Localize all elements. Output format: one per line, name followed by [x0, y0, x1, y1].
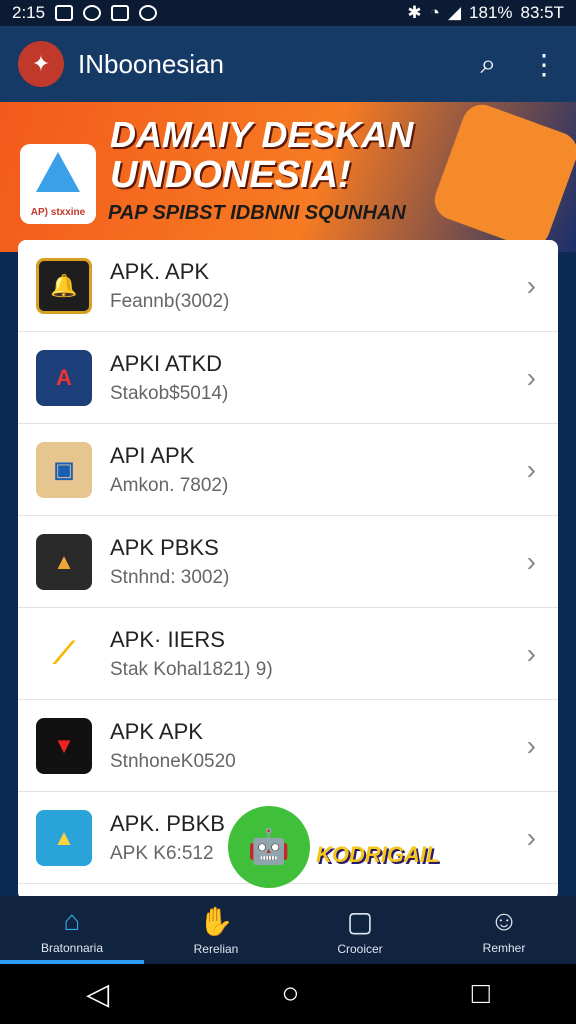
bottom-nav: ⌂ Bratonnaria ✋ Rerelian ▢ Crooicer ☺ Re…: [0, 896, 576, 964]
home-circle-icon[interactable]: ○: [281, 977, 299, 1011]
item-subtitle: StnhoneK0520: [110, 750, 236, 772]
status-clock-right: 83:5T: [520, 3, 564, 22]
list-item[interactable]: 🔔 APK. APK Feannb(3002) ›: [18, 240, 558, 332]
more-vert-icon[interactable]: ⋮: [530, 48, 558, 81]
chevron-right-icon: ›: [526, 822, 536, 853]
back-icon[interactable]: ◁: [86, 977, 109, 1012]
wifi-icon: ◔: [429, 3, 440, 22]
image-icon: [111, 5, 130, 21]
chevron-right-icon: ›: [526, 362, 536, 393]
promo-sticker[interactable]: 🤖 KODRIGAIL: [228, 806, 478, 896]
notification-icon: [55, 5, 74, 21]
banner-subtitle: PAP SPIBST IDBNNI SQUNHAN: [108, 202, 406, 224]
chevron-right-icon: ›: [526, 454, 536, 485]
banner-title-2: UNDONESIA!: [110, 154, 351, 196]
hand-icon: ✋: [198, 905, 234, 937]
search-icon[interactable]: ⌕: [480, 48, 496, 81]
screen-icon: ▢: [346, 905, 374, 937]
list-item[interactable]: A APKI ATKD Stakob$5014) ›: [18, 332, 558, 424]
item-title: APK· IIERS: [110, 626, 225, 652]
app-title: INboonesian: [78, 48, 224, 79]
chevron-right-icon: ›: [526, 546, 536, 577]
recents-icon[interactable]: □: [472, 977, 490, 1011]
item-title: APK. APK: [110, 258, 210, 284]
item-subtitle: APK K6:512: [110, 842, 214, 864]
nav-label: Bratonnaria: [40, 941, 104, 955]
nav-item-remher[interactable]: ☺ Remher: [432, 896, 576, 964]
promo-label: KODRIGAIL: [316, 842, 440, 867]
list-item[interactable]: ▣ API APK Amkon. 7802) ›: [18, 424, 558, 516]
nav-item-rerelian[interactable]: ✋ Rerelian: [144, 896, 288, 964]
item-subtitle: Feannb(3002): [110, 290, 230, 312]
item-subtitle: Stnhnd: 3002): [110, 566, 230, 588]
signal-icon: ◢: [447, 3, 462, 22]
system-nav-bar: ◁ ○ □: [0, 964, 576, 1024]
store-icon: ▣: [36, 441, 92, 498]
item-subtitle: Stakob$5014): [110, 382, 229, 404]
item-title: APKI ATKD: [110, 350, 223, 376]
android-icon: 🤖: [228, 806, 310, 888]
camera-icon: [139, 5, 158, 21]
banner-title-1: DAMAIY DESKAN: [110, 114, 414, 155]
item-subtitle: Stak Kohal1821) 9): [110, 658, 273, 680]
shield-icon: [83, 5, 102, 21]
user-icon: ☺: [489, 905, 519, 936]
promo-banner[interactable]: AP) stxxine DAMAIY DESKAN UNDONESIA! PAP…: [0, 102, 576, 252]
a-triangle-icon: ▲: [36, 809, 92, 866]
home-icon: ⌂: [63, 905, 81, 936]
chevron-right-icon: ›: [526, 730, 536, 761]
item-subtitle: Amkon. 7802): [110, 474, 229, 496]
banner-badge-text: AP) stxxine: [30, 207, 86, 218]
nav-label: Rerelian: [193, 941, 239, 956]
nav-item-crooicer[interactable]: ▢ Crooicer: [288, 896, 432, 964]
chevron-right-icon: ›: [526, 270, 536, 301]
nav-label: Crooicer: [337, 941, 383, 956]
list-item[interactable]: ▲ APK PBKS Stnhnd: 3002) ›: [18, 516, 558, 608]
status-bar: 2:15 ✱ ◔ ◢ 181% 83:5T: [0, 0, 576, 26]
banner-decoration: [429, 102, 576, 252]
bell-icon: 🔔: [36, 257, 92, 314]
item-title: APK PBKS: [110, 534, 219, 560]
triangle-icon: ▲: [36, 533, 92, 590]
a-logo-icon: A: [36, 349, 92, 406]
item-title: APK APK: [110, 718, 203, 744]
v-logo-icon: ▼: [36, 717, 92, 774]
app-bar: ✦ INboonesian ⌕ ⋮: [0, 26, 576, 102]
battery-text: 181%: [469, 3, 513, 22]
item-title: APK. PBKB: [110, 810, 225, 836]
list-item[interactable]: ⟋ APK· IIERS Stak Kohal1821) 9) ›: [18, 608, 558, 700]
item-title: API APK: [110, 442, 195, 468]
nav-label: Remher: [482, 941, 526, 955]
nav-item-home[interactable]: ⌂ Bratonnaria: [0, 896, 144, 964]
status-time: 2:15: [12, 3, 46, 22]
apk-list: 🔔 APK. APK Feannb(3002) › A APKI ATKD Stak…: [18, 240, 558, 900]
bluetooth-icon: ✱: [407, 3, 422, 22]
chevron-right-icon: ›: [526, 638, 536, 669]
banner-badge: AP) stxxine: [20, 144, 96, 224]
app-logo: ✦: [18, 41, 64, 87]
stripes-icon: ⟋: [36, 625, 92, 682]
list-item[interactable]: ▼ APK APK StnhoneK0520 ›: [18, 700, 558, 792]
